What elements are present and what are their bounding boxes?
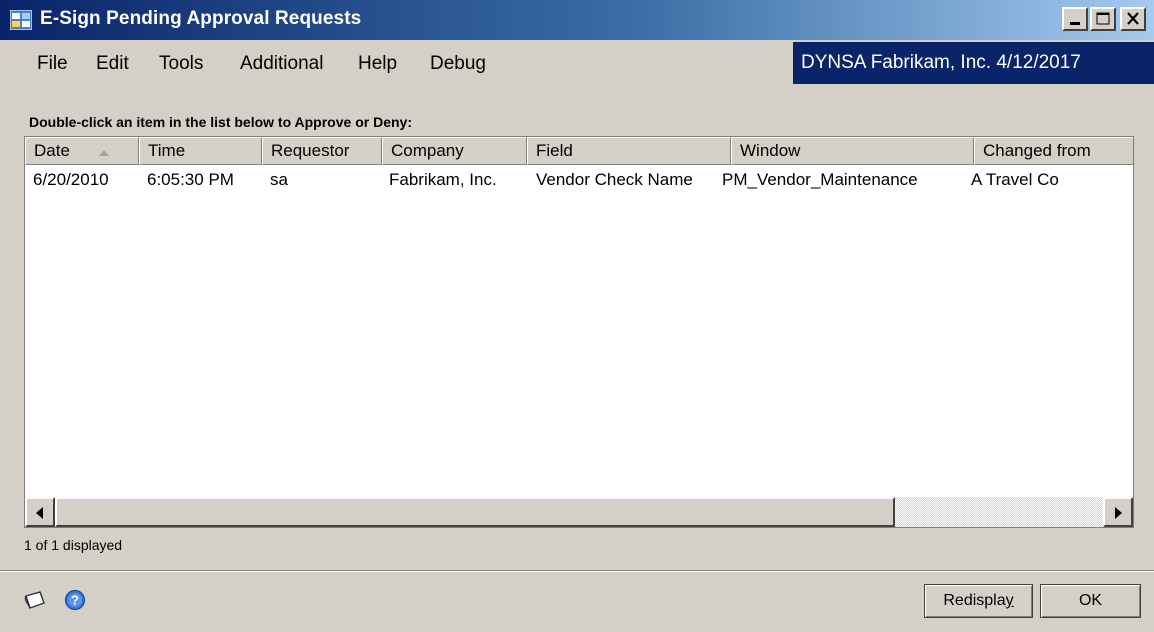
column-header-label: Window <box>740 141 801 160</box>
redisplay-button[interactable]: Redisplay <box>924 584 1033 618</box>
column-header-changed-from[interactable]: Changed from <box>974 137 1133 165</box>
column-header-requestor[interactable]: Requestor <box>262 137 382 165</box>
cell-time: 6:05:30 PM <box>147 170 234 189</box>
cell-window: PM_Vendor_Maintenance <box>722 170 918 189</box>
table-row[interactable]: 6/20/2010 6:05:30 PM sa Fabrikam, Inc. V… <box>25 168 1133 194</box>
title-bar: E-Sign Pending Approval Requests <box>0 0 1154 40</box>
arrow-left-icon <box>36 507 43 519</box>
scroll-thumb[interactable] <box>55 497 895 527</box>
column-header-company[interactable]: Company <box>382 137 527 165</box>
column-header-window[interactable]: Window <box>731 137 974 165</box>
column-header-label: Time <box>148 141 186 160</box>
column-header-time[interactable]: Time <box>139 137 262 165</box>
instruction-label: Double-click an item in the list below t… <box>29 114 412 130</box>
cell-field: Vendor Check Name <box>536 170 693 189</box>
arrow-right-icon <box>1115 507 1122 519</box>
close-button[interactable] <box>1120 7 1146 31</box>
minimize-icon <box>1070 22 1080 25</box>
column-header-label: Requestor <box>271 141 350 160</box>
sort-ascending-icon <box>99 150 109 156</box>
cell-requestor: sa <box>270 170 288 189</box>
close-icon <box>1127 12 1139 25</box>
menu-debug[interactable]: Debug <box>430 53 486 75</box>
column-header-label: Company <box>391 141 464 160</box>
redisplay-label: Redispla <box>943 592 1006 609</box>
horizontal-scrollbar[interactable] <box>25 497 1133 527</box>
company-date-box: DYNSA Fabrikam, Inc. 4/12/2017 <box>793 42 1154 84</box>
column-header-label: Field <box>536 141 573 160</box>
redisplay-accelerator: y <box>1005 592 1014 609</box>
note-icon[interactable] <box>23 590 47 610</box>
scroll-left-button[interactable] <box>25 497 55 527</box>
menu-edit[interactable]: Edit <box>96 53 129 75</box>
menu-tools[interactable]: Tools <box>159 53 203 75</box>
minimize-button[interactable] <box>1062 7 1088 31</box>
menu-file[interactable]: File <box>37 53 68 75</box>
ok-button[interactable]: OK <box>1040 584 1141 618</box>
approval-list[interactable]: Date Time Requestor Company Field Window… <box>24 136 1134 528</box>
cell-company: Fabrikam, Inc. <box>389 170 497 189</box>
cell-changed-from: A Travel Co <box>971 170 1059 189</box>
scroll-right-button[interactable] <box>1103 497 1133 527</box>
menu-additional[interactable]: Additional <box>240 53 323 75</box>
column-header-label: Changed from <box>983 141 1091 160</box>
help-icon[interactable]: ? <box>64 589 86 611</box>
svg-text:?: ? <box>71 593 79 608</box>
column-header-field[interactable]: Field <box>527 137 731 165</box>
column-header-date[interactable]: Date <box>25 137 139 165</box>
maximize-icon <box>1096 12 1110 25</box>
footer-divider <box>0 570 1154 572</box>
cell-date: 6/20/2010 <box>33 170 109 189</box>
column-header-label: Date <box>34 141 70 160</box>
window-title: E-Sign Pending Approval Requests <box>40 8 362 29</box>
record-count-status: 1 of 1 displayed <box>24 537 123 553</box>
grid-app-icon[interactable] <box>9 9 33 31</box>
ok-label: OK <box>1078 592 1103 609</box>
menu-help[interactable]: Help <box>358 53 397 75</box>
maximize-button[interactable] <box>1090 7 1116 31</box>
